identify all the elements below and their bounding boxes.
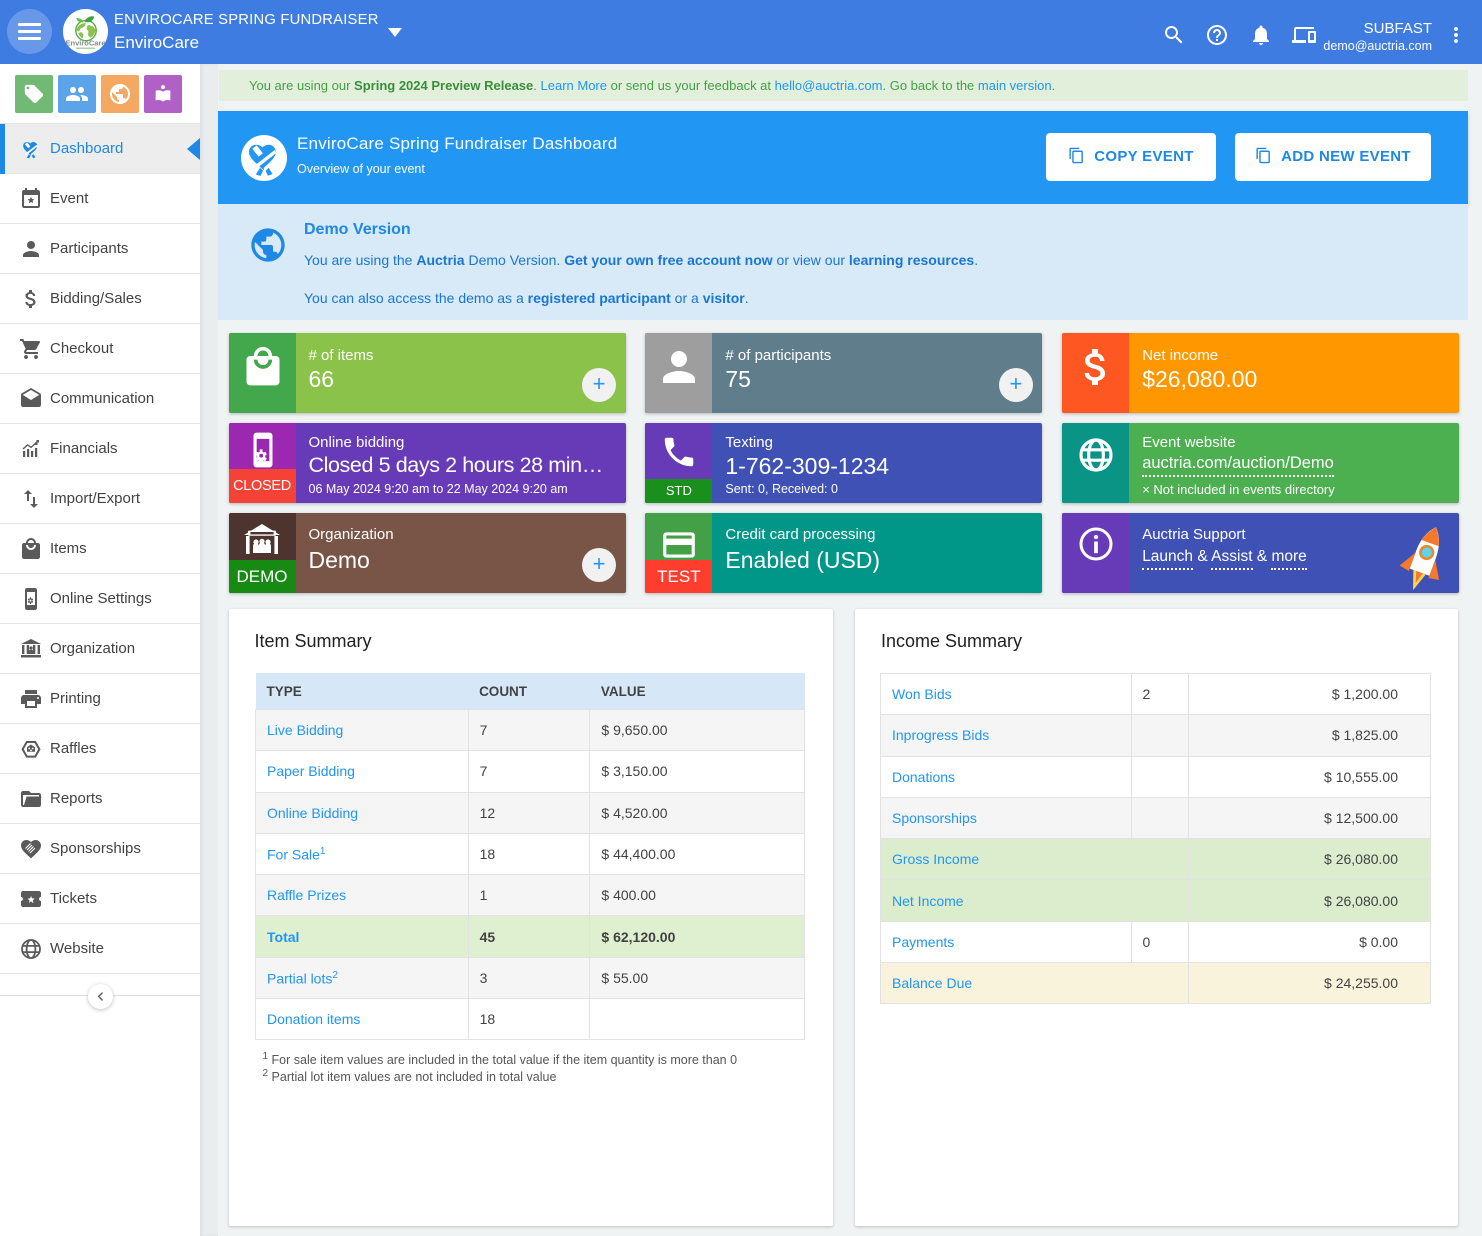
svg-text:EnviroCare: EnviroCare: [65, 39, 105, 48]
